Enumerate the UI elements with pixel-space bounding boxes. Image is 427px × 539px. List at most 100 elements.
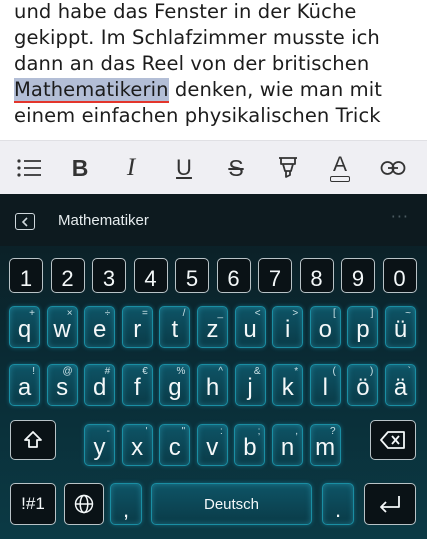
number-key-2[interactable]: 2	[50, 258, 85, 293]
key-k[interactable]: * k	[272, 364, 304, 406]
key-g[interactable]: % g	[159, 364, 191, 406]
key-y[interactable]: -y	[84, 424, 115, 466]
font-color-swatch	[330, 175, 350, 182]
number-key-1[interactable]: 1	[9, 258, 43, 293]
key-x[interactable]: ' x	[121, 424, 153, 466]
number-key-6[interactable]: 6	[216, 258, 251, 293]
key-alt-label: `	[407, 366, 411, 377]
key-alt-label: ]	[370, 308, 374, 319]
key-c[interactable]: " c	[159, 424, 191, 466]
key-z[interactable]: _ z	[197, 306, 228, 348]
highlighter-button[interactable]	[268, 141, 308, 195]
key-label: x	[131, 434, 144, 461]
key-alt-label: !	[32, 366, 35, 377]
key-h[interactable]: ^ h	[197, 364, 228, 406]
key-l[interactable]: (l	[309, 364, 341, 406]
number-key-0[interactable]: 0	[382, 258, 417, 293]
key-label: d	[93, 374, 107, 401]
key-r[interactable]: = r	[121, 306, 153, 348]
shift-key[interactable]	[10, 420, 56, 460]
key-label: v	[206, 434, 219, 461]
number-key-3[interactable]: 3	[92, 258, 126, 293]
more-options-icon[interactable]: ···	[391, 207, 409, 226]
chevron-left-icon	[21, 216, 28, 227]
key-w[interactable]: × w	[46, 306, 78, 348]
text-before: und habe das Fenster in der Küche gekipp…	[14, 0, 380, 75]
key-label: 9	[351, 265, 365, 291]
key-a[interactable]: ! a	[9, 364, 40, 406]
enter-key[interactable]	[364, 483, 416, 525]
selected-word[interactable]: Mathematikerin	[14, 78, 169, 103]
language-key[interactable]	[64, 483, 104, 525]
key-alt-label: =	[141, 308, 148, 319]
key-i[interactable]: > i	[272, 306, 304, 348]
suggestion-word[interactable]: Mathematiker	[58, 212, 149, 229]
key-alt-label: -	[106, 426, 110, 437]
key-alt-label: ;	[257, 426, 261, 437]
key-alt-label: *	[294, 366, 299, 377]
key-label: ü	[393, 316, 408, 343]
key-v[interactable]: :v	[196, 424, 228, 466]
format-toolbar: B I U S A	[0, 140, 427, 194]
strikethrough-icon: S	[228, 154, 244, 181]
suggestion-bar: Mathematiker ···	[0, 194, 427, 246]
key-label: a	[17, 374, 32, 401]
key-b[interactable]: ; b	[234, 424, 266, 466]
highlighter-icon	[279, 157, 297, 178]
key-label: b	[243, 434, 257, 461]
bullet-list-button[interactable]	[9, 141, 49, 195]
key-m[interactable]: ? m	[309, 424, 341, 466]
underline-button[interactable]: U	[164, 141, 204, 195]
comma-key[interactable]: ,	[110, 483, 142, 525]
backspace-key[interactable]	[370, 420, 416, 460]
number-key-4[interactable]: 4	[133, 258, 168, 293]
number-key-8[interactable]: 8	[299, 258, 334, 293]
key-alt-label: :	[220, 426, 223, 437]
key-q[interactable]: + q	[9, 306, 40, 348]
document-text[interactable]: und habe das Fenster in der Küche gekipp…	[14, 0, 419, 129]
key-ä[interactable]: ` ä	[385, 364, 416, 406]
bullet-list-icon	[17, 159, 41, 177]
key-label: i	[285, 316, 291, 343]
key-alt-label: '	[145, 426, 148, 437]
number-key-9[interactable]: 9	[341, 258, 375, 293]
bold-button[interactable]: B	[60, 141, 100, 195]
key-o[interactable]: [o	[309, 306, 341, 348]
key-t[interactable]: / t	[159, 306, 191, 348]
text-editor[interactable]: und habe das Fenster in der Küche gekipp…	[0, 0, 427, 140]
strikethrough-button[interactable]: S	[216, 141, 256, 195]
key-ö[interactable]: ) ö	[347, 364, 379, 406]
key-alt-label: )	[370, 366, 374, 377]
collapse-suggestions-button[interactable]	[15, 213, 35, 230]
key-ü[interactable]: ~ ü	[385, 306, 416, 348]
font-color-icon: A	[332, 152, 347, 176]
key-u[interactable]: < u	[234, 306, 266, 348]
key-alt-label: (	[332, 366, 336, 377]
key-d[interactable]: # d	[84, 364, 116, 406]
key-n[interactable]: ,n	[272, 424, 303, 466]
number-key-5[interactable]: 5	[175, 258, 209, 293]
link-button[interactable]	[373, 141, 413, 195]
key-alt-label: "	[181, 426, 186, 437]
key-f[interactable]: € f	[121, 364, 153, 406]
key-j[interactable]: & j	[234, 364, 266, 406]
key-alt-label: &	[253, 366, 261, 377]
key-alt-label: ,	[295, 426, 298, 437]
key-label: n	[280, 434, 295, 461]
font-color-button[interactable]: A	[320, 141, 360, 195]
period-key[interactable]: .	[322, 483, 354, 525]
symbols-key[interactable]: !#1	[10, 483, 56, 525]
key-label: 5	[185, 265, 199, 291]
key-e[interactable]: ÷ e	[84, 306, 116, 348]
key-label: g	[168, 374, 182, 401]
italic-button[interactable]: I	[111, 141, 151, 195]
key-label: f	[133, 374, 141, 401]
key-label: s	[56, 374, 69, 401]
key-label: e	[93, 316, 107, 343]
space-key[interactable]: Deutsch	[151, 483, 312, 525]
number-key-7[interactable]: 7	[258, 258, 292, 293]
key-s[interactable]: @ s	[46, 364, 78, 406]
key-label: j	[247, 374, 253, 401]
key-p[interactable]: ] p	[347, 306, 379, 348]
key-alt-label: /	[182, 308, 186, 319]
